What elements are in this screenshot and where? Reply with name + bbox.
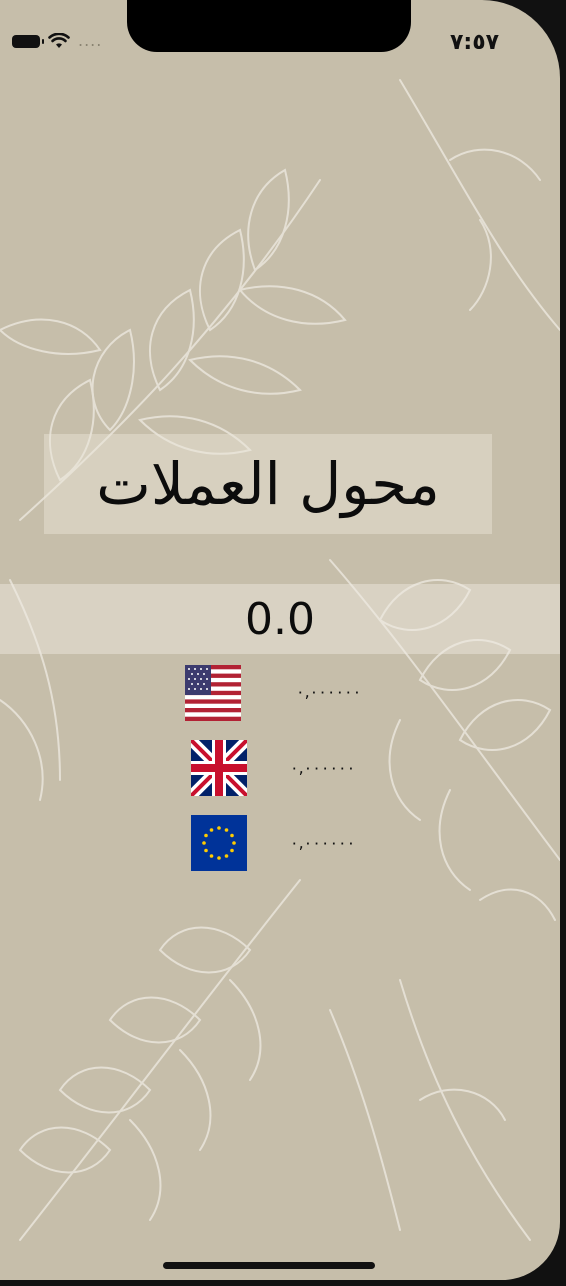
home-indicator[interactable] <box>163 1262 375 1269</box>
status-indicators: .... <box>12 33 102 49</box>
usd-amount: ٠,٠٠٠٠٠٠ <box>296 682 362 701</box>
eu-flag-icon <box>191 815 247 871</box>
signal-strength-dots: .... <box>78 31 103 50</box>
gbp-amount: ٠,٠٠٠٠٠٠ <box>290 758 356 777</box>
app-screen: .... ٧:٥٧ محول العملات 0.0 ٠,٠٠٠٠٠٠ ٠,٠٠… <box>0 0 560 1280</box>
eur-amount: ٠,٠٠٠٠٠٠ <box>290 833 356 852</box>
uk-flag-icon <box>191 740 247 796</box>
page-title: محول العملات <box>96 450 440 518</box>
status-time: ٧:٥٧ <box>450 30 500 55</box>
amount-value[interactable]: 0.0 <box>245 594 315 645</box>
battery-icon <box>12 34 44 48</box>
device-notch <box>127 0 411 52</box>
title-box: محول العملات <box>44 434 492 534</box>
us-flag-icon <box>185 665 241 721</box>
wifi-icon <box>48 33 70 48</box>
value-input-bar[interactable]: 0.0 <box>0 584 560 654</box>
device-frame: .... ٧:٥٧ محول العملات 0.0 ٠,٠٠٠٠٠٠ ٠,٠٠… <box>0 0 566 1286</box>
